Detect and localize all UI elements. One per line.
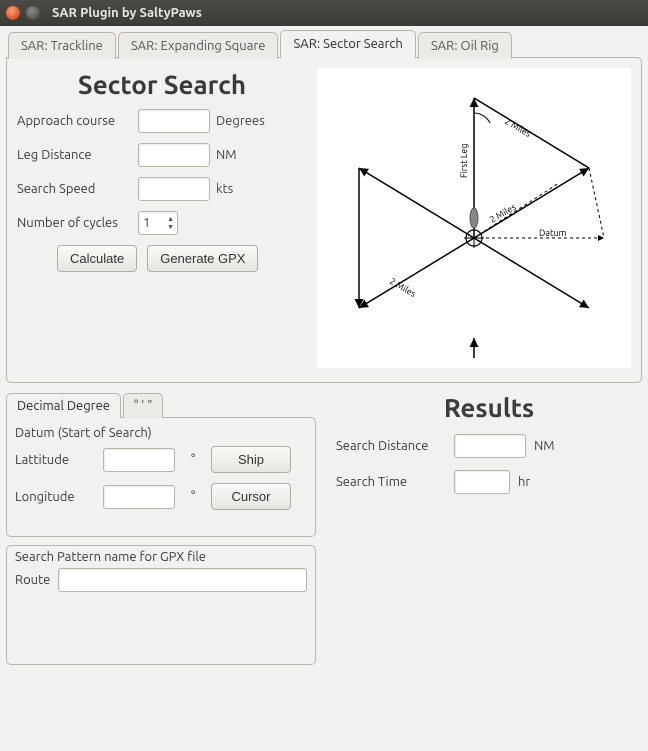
search-speed-label: Search Speed [17, 182, 132, 196]
sector-diagram: First Leg 2 Miles 2 Miles 2 Miles Datum [317, 68, 631, 368]
diagram-miles-a: 2 Miles [503, 116, 533, 139]
cycles-stepper[interactable]: 1 ▲▼ [138, 211, 178, 235]
route-input[interactable] [58, 568, 307, 592]
diagram-datum-label: Datum [539, 228, 567, 238]
search-time-label: Search Time [336, 475, 446, 489]
longitude-label: Longitude [15, 490, 95, 504]
cycles-value: 1 [139, 216, 167, 230]
search-time-output [454, 470, 510, 494]
latitude-input[interactable] [103, 448, 175, 472]
datum-heading: Datum (Start of Search) [15, 426, 307, 440]
generate-gpx-button[interactable]: Generate GPX [147, 245, 258, 272]
leg-distance-label: Leg Distance [17, 148, 132, 162]
approach-course-input[interactable] [138, 109, 210, 133]
datum-panel: Datum (Start of Search) Lattitude ° Ship… [6, 417, 316, 537]
tab-trackline[interactable]: SAR: Trackline [8, 32, 116, 59]
search-distance-output [454, 434, 526, 458]
minimize-icon[interactable] [26, 6, 40, 20]
close-icon[interactable] [6, 6, 20, 20]
cycles-label: Number of cycles [17, 216, 132, 230]
search-time-unit: hr [518, 475, 530, 489]
results-title: Results [336, 393, 642, 422]
subtab-decimal-degree[interactable]: Decimal Degree [6, 393, 121, 418]
degree-symbol: ° [191, 453, 203, 467]
ship-button[interactable]: Ship [211, 446, 291, 473]
tab-expanding-square[interactable]: SAR: Expanding Square [118, 32, 279, 59]
approach-course-label: Approach course [17, 114, 132, 128]
calculate-button[interactable]: Calculate [57, 245, 137, 272]
search-distance-label: Search Distance [336, 439, 446, 453]
gpx-heading: Search Pattern name for GPX file [15, 550, 307, 564]
gpx-panel: Search Pattern name for GPX file Route [6, 545, 316, 665]
window-title: SAR Plugin by SaltyPaws [52, 6, 202, 20]
latitude-label: Lattitude [15, 453, 95, 467]
main-tabs: SAR: Trackline SAR: Expanding Square SAR… [6, 30, 642, 58]
diagram-first-leg-label: First Leg [459, 143, 469, 178]
search-distance-unit: NM [534, 439, 555, 453]
approach-course-unit: Degrees [216, 114, 265, 128]
degree-symbol-2: ° [191, 490, 203, 504]
longitude-input[interactable] [103, 485, 175, 509]
route-label: Route [15, 573, 50, 587]
leg-distance-input[interactable] [138, 143, 210, 167]
subtab-dms[interactable]: ° ' " [123, 393, 164, 418]
search-speed-input[interactable] [138, 177, 210, 201]
tab-panel-sector: Sector Search Approach course Degrees Le… [6, 57, 642, 383]
tab-oil-rig[interactable]: SAR: Oil Rig [418, 32, 512, 59]
stepper-arrows-icon[interactable]: ▲▼ [167, 215, 177, 231]
tab-sector-search[interactable]: SAR: Sector Search [280, 30, 415, 58]
search-speed-unit: kts [216, 182, 233, 196]
titlebar: SAR Plugin by SaltyPaws [0, 0, 648, 26]
cursor-button[interactable]: Cursor [211, 483, 291, 510]
leg-distance-unit: NM [216, 148, 237, 162]
section-title: Sector Search [17, 70, 307, 99]
